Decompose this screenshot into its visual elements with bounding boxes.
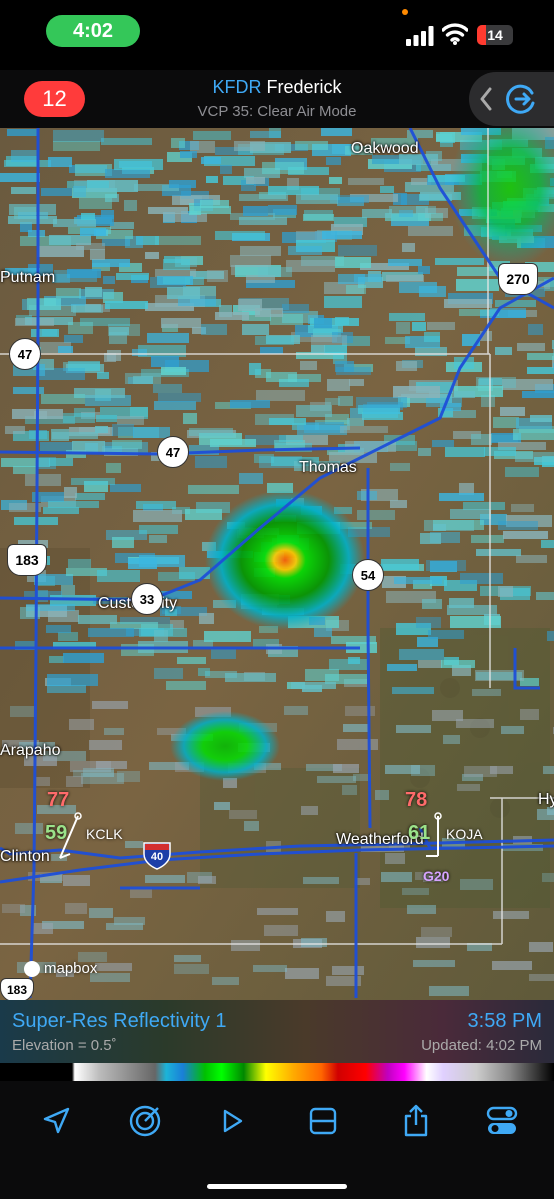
koja-wind-gust: G20	[423, 868, 450, 884]
route-shield-us183-south: 183	[0, 978, 34, 1000]
status-time[interactable]: 4:02	[46, 15, 140, 47]
kclk-temperature: 77	[47, 789, 70, 811]
route-shield-us183: 183	[7, 544, 47, 576]
alerts-count-badge[interactable]: 12	[24, 81, 85, 117]
place-oakwood: Oakwood	[351, 140, 419, 157]
interstate-shield-i40: 40	[142, 840, 172, 870]
koja-station-id[interactable]: KOJA	[446, 826, 483, 842]
scan-time: 3:58 PM	[467, 1010, 542, 1032]
wifi-icon	[442, 23, 468, 45]
product-legend[interactable]: Super-Res Reflectivity 1 Elevation = 0.5…	[0, 1000, 554, 1063]
map-canvas	[0, 128, 554, 1000]
settings-toggle-icon	[486, 1106, 518, 1134]
place-arapaho: Arapaho	[0, 742, 61, 759]
location-button[interactable]	[36, 1101, 76, 1141]
cellular-signal-icon	[406, 26, 434, 46]
status-bar: 4:02 14	[0, 0, 554, 70]
layout-icon	[309, 1107, 337, 1135]
route-shield-sh47: 47	[157, 436, 189, 468]
battery-icon: 14	[477, 25, 513, 45]
station-code: KFDR	[212, 77, 262, 97]
route-shield-sh47-west: 47	[9, 338, 41, 370]
kclk-wind-barb-icon	[59, 812, 82, 859]
play-icon	[223, 1109, 243, 1133]
battery-level: 14	[487, 27, 503, 43]
mapbox-attribution[interactable]: mapbox	[24, 960, 97, 977]
station-name: Frederick	[266, 77, 342, 97]
play-button[interactable]	[212, 1101, 252, 1141]
layout-button[interactable]	[303, 1101, 343, 1141]
koja-temperature: 78	[405, 789, 428, 811]
radar-map[interactable]: Oakwood Putnam Thomas Custer City Arapah…	[0, 128, 554, 1000]
place-edge-label: Hy	[538, 791, 554, 808]
updated-time: Updated: 4:02 PM	[421, 1037, 542, 1054]
place-clinton: Clinton	[0, 848, 50, 865]
bottom-toolbar	[0, 1081, 554, 1199]
share-icon	[404, 1104, 428, 1137]
mapbox-logo-icon	[24, 960, 40, 977]
home-indicator	[207, 1184, 347, 1189]
route-shield-sh33: 33	[131, 583, 163, 615]
privacy-indicator	[402, 9, 408, 15]
radar-loop-icon	[506, 84, 535, 114]
route-shield-sh54: 54	[352, 559, 384, 591]
product-name[interactable]: Super-Res Reflectivity 1	[12, 1010, 227, 1033]
kclk-station-id[interactable]: KCLK	[86, 826, 123, 842]
reflectivity-color-scale	[0, 1063, 554, 1081]
route-shield-us270: 270	[498, 263, 538, 295]
radar-icon	[129, 1105, 161, 1137]
mapbox-label: mapbox	[44, 960, 98, 977]
share-button[interactable]	[396, 1101, 436, 1141]
chevron-left-icon	[480, 87, 492, 111]
radar-site-button[interactable]	[125, 1101, 165, 1141]
place-putnam: Putnam	[0, 269, 56, 286]
koja-wind-barb-icon	[426, 812, 442, 857]
elevation-angle: Elevation = 0.5˚	[12, 1037, 117, 1054]
radar-header: KFDR Frederick VCP 35: Clear Air Mode 12	[0, 70, 554, 128]
location-arrow-icon	[43, 1107, 70, 1134]
settings-button[interactable]	[482, 1101, 522, 1141]
interstate-number: 40	[150, 851, 164, 863]
side-panel-toggle[interactable]	[469, 72, 554, 126]
place-thomas: Thomas	[299, 459, 357, 476]
